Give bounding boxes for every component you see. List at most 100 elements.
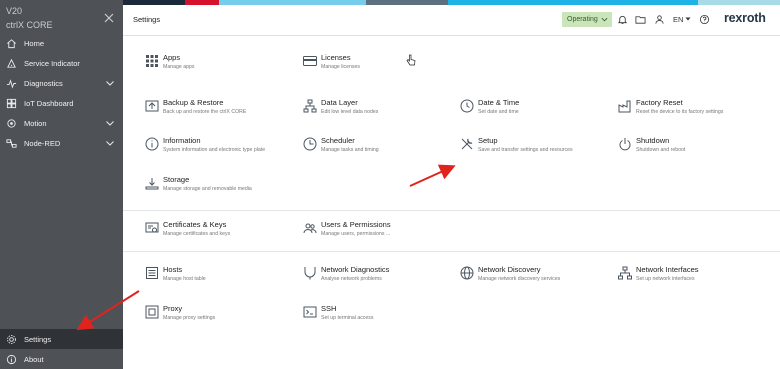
device-version: V20 <box>6 6 23 16</box>
sidebar-item-label: Home <box>24 38 45 48</box>
tile-title: Licenses <box>321 53 351 62</box>
tile-description: System information and electronic type p… <box>163 147 266 153</box>
tile-hosts[interactable]: Hosts Manage host table <box>145 265 295 291</box>
chevron-down-icon[interactable] <box>105 138 115 148</box>
tile-title: Users & Permissions <box>321 220 391 229</box>
tile-title: Backup & Restore <box>163 98 224 107</box>
tile-title: Setup <box>478 136 498 145</box>
tile-information[interactable]: Information System information and elect… <box>145 136 295 162</box>
tile-date-time[interactable]: Date & Time Set date and time <box>460 98 610 124</box>
factory-reset-icon <box>618 100 631 113</box>
storage-icon <box>145 178 159 190</box>
sidebar-item-about[interactable]: About <box>0 349 123 369</box>
proxy-icon <box>145 305 159 319</box>
chevron-down-icon[interactable] <box>105 118 115 128</box>
globe-icon <box>460 266 474 280</box>
info-icon <box>145 137 159 151</box>
tile-users-permissions[interactable]: Users & Permissions Manage users, permis… <box>303 220 453 246</box>
sidebar-item-label: About <box>24 354 44 364</box>
sidebar-header: V20 ctrlX CORE <box>0 0 123 36</box>
tile-factory-reset[interactable]: Factory Reset Reset the device to its fa… <box>618 98 768 124</box>
tile-description: Set up network interfaces <box>636 276 695 282</box>
license-card-icon <box>303 56 317 66</box>
tile-backup-restore[interactable]: Backup & Restore Back up and restore the… <box>145 98 295 124</box>
help-icon[interactable] <box>698 13 710 25</box>
sidebar-item-diagnostics[interactable]: Diagnostics <box>0 73 123 93</box>
tile-description: Manage host table <box>163 276 206 282</box>
tile-ssh[interactable]: SSH Set up terminal access <box>303 304 453 330</box>
terminal-icon <box>303 306 317 318</box>
caret-down-icon[interactable] <box>685 16 691 22</box>
sidebar-item-settings[interactable]: Settings <box>0 329 123 349</box>
gear-icon <box>5 333 17 345</box>
tile-title: Network Diagnostics <box>321 265 390 274</box>
tile-description: Manage storage and removable media <box>163 186 252 192</box>
settings-content: Apps Manage apps Licenses Manage license… <box>123 36 780 369</box>
tile-certificates-keys[interactable]: Certificates & Keys Manage certificates … <box>145 220 295 246</box>
tile-title: Scheduler <box>321 136 355 145</box>
tile-description: Manage network discovery services <box>478 276 561 282</box>
brand-logo: rexroth <box>724 11 766 25</box>
tile-data-layer[interactable]: Data Layer Edit low level data nodes <box>303 98 453 124</box>
sidebar-item-iot-dashboard[interactable]: IoT Dashboard <box>0 93 123 113</box>
strip-segment <box>123 0 185 5</box>
sidebar-item-service-indicator[interactable]: Service Indicator <box>0 53 123 73</box>
language-selector[interactable]: EN <box>673 15 683 24</box>
user-icon[interactable] <box>653 13 665 25</box>
sidebar-item-label: Diagnostics <box>24 78 63 88</box>
sidebar-item-label: Service Indicator <box>24 58 80 68</box>
operating-mode-button[interactable]: Operating <box>562 12 612 27</box>
sidebar-item-node-red[interactable]: Node-RED <box>0 133 123 153</box>
tile-apps[interactable]: Apps Manage apps <box>145 53 295 79</box>
tile-description: Edit low level data nodes <box>321 109 379 115</box>
strip-segment <box>219 0 366 5</box>
section-divider <box>123 251 780 252</box>
tile-title: Storage <box>163 175 190 184</box>
app-window: V20 ctrlX CORE Home Service Indicator Di… <box>0 0 780 369</box>
tile-description: Manage proxy settings <box>163 315 216 321</box>
tile-setup[interactable]: Setup Save and transfer settings and res… <box>460 136 610 162</box>
strip-segment <box>366 0 448 5</box>
setup-tools-icon <box>461 138 473 150</box>
strip-segment <box>698 0 780 5</box>
tile-title: Date & Time <box>478 98 520 107</box>
chevron-down-icon[interactable] <box>105 78 115 88</box>
tile-description: Manage users, permissions ... <box>321 231 391 237</box>
tile-title: SSH <box>321 304 337 313</box>
product-name: ctrlX CORE <box>6 20 53 30</box>
tile-proxy[interactable]: Proxy Manage proxy settings <box>145 304 295 330</box>
tile-description: Set up terminal access <box>321 315 374 321</box>
tile-scheduler[interactable]: Scheduler Manage tasks and timing <box>303 136 453 162</box>
tile-network-discovery[interactable]: Network Discovery Manage network discove… <box>460 265 610 291</box>
tile-title: Certificates & Keys <box>163 220 227 229</box>
tile-description: Manage tasks and timing <box>321 147 379 153</box>
page-title: Settings <box>133 15 161 24</box>
sidebar-item-label: IoT Dashboard <box>24 98 74 108</box>
strip-segment <box>448 0 698 5</box>
tile-network-interfaces[interactable]: Network Interfaces Set up network interf… <box>618 265 768 291</box>
tile-description: Manage licenses <box>321 64 360 70</box>
users-icon <box>303 223 317 234</box>
tile-title: Data Layer <box>321 98 358 107</box>
folder-icon[interactable] <box>634 13 646 25</box>
sidebar-item-label: Settings <box>24 334 52 344</box>
tile-description: Set date and time <box>478 109 519 115</box>
apps-icon <box>146 55 158 67</box>
tile-description: Reset the device to its factory settings <box>636 109 724 115</box>
bell-icon[interactable] <box>616 13 628 25</box>
data-layer-icon <box>303 99 317 113</box>
tile-licenses[interactable]: Licenses Manage licenses <box>303 53 453 79</box>
tile-title: Shutdown <box>636 136 670 145</box>
tile-shutdown[interactable]: Shutdown Shutdown and reboot <box>618 136 768 162</box>
tile-storage[interactable]: Storage Manage storage and removable med… <box>145 175 295 201</box>
tile-title: Factory Reset <box>636 98 683 107</box>
tile-title: Hosts <box>163 265 183 274</box>
tile-description: Save and transfer settings and resources <box>478 147 573 153</box>
sidebar-item-label: Motion <box>24 118 47 128</box>
sidebar-item-motion[interactable]: Motion <box>0 113 123 133</box>
operating-mode-label: Operating <box>567 16 598 23</box>
tile-network-diagnostics[interactable]: Network Diagnostics Analyse network prob… <box>303 265 453 291</box>
close-icon[interactable] <box>103 12 115 24</box>
service-indicator-icon <box>5 57 17 69</box>
sidebar-item-home[interactable]: Home <box>0 33 123 53</box>
